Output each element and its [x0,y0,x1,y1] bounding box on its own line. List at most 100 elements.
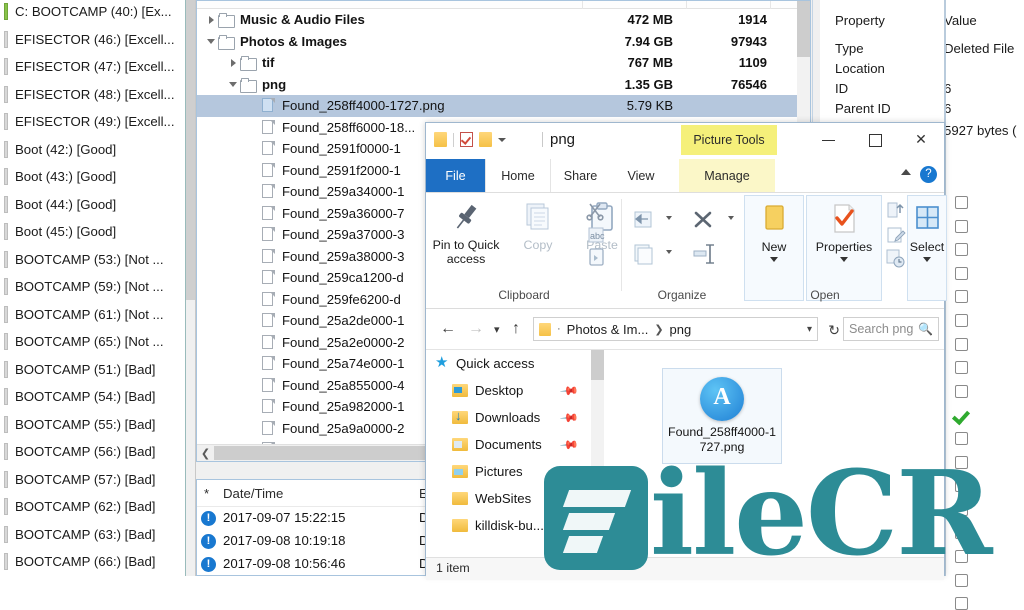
partition-list-item[interactable]: EFISECTOR (49:) [Excell... [0,108,185,136]
pin-icon[interactable]: 📌 [559,408,579,428]
pin-icon[interactable]: 📌 [559,516,579,536]
column-header-count[interactable]: Count [727,1,760,4]
file-tree-row[interactable]: Found_258ff4000-1727.png 5.79 KB [197,95,810,117]
paste-shortcut-icon[interactable] [585,247,611,271]
scrollbar-thumb[interactable] [797,1,810,57]
maximize-button[interactable] [852,123,898,155]
partition-list-item[interactable]: Boot (42:) [Good] [0,136,185,164]
checkbox-unchecked[interactable] [955,337,968,351]
checkbox-unchecked[interactable] [955,361,968,375]
partition-list-item[interactable]: BOOTCAMP (66:) [Bad] [0,548,185,576]
tab-view[interactable]: View [612,159,670,192]
nav-item-documents[interactable]: Documents 📌 [426,431,591,458]
expand-right-icon[interactable] [205,13,218,26]
partition-list-item[interactable]: BOOTCAMP (54:) [Bad] [0,383,185,411]
column-header-size[interactable]: Size [627,1,651,4]
tab-home[interactable]: Home [485,159,551,192]
partition-list-item[interactable]: Boot (45:) [Good] [0,218,185,246]
folder-icon[interactable] [434,132,447,147]
partition-list-item[interactable]: BOOTCAMP (53:) [Not ... [0,246,185,274]
minimize-button[interactable] [806,123,852,155]
search-input[interactable]: Search png 🔍 [843,317,939,341]
checkbox-unchecked[interactable] [955,479,968,493]
breadcrumb-segment-parent[interactable]: Photos & Im... [567,322,649,337]
partition-list-item[interactable]: BOOTCAMP (51:) [Bad] [0,356,185,384]
expand-right-icon[interactable] [227,56,240,69]
forward-arrow-icon[interactable]: → [468,320,484,338]
partition-list-item[interactable]: BOOTCAMP (59:) [Not ... [0,273,185,301]
partition-list-item[interactable]: EFISECTOR (47:) [Excell... [0,53,185,81]
file-tree-row[interactable]: tif 767 MB 1109 [197,52,810,74]
help-icon[interactable]: ? [920,166,937,183]
pin-icon[interactable]: 📌 [559,489,579,509]
collapse-ribbon-icon[interactable] [901,169,911,175]
partition-list-item[interactable]: Boot (43:) [Good] [0,163,185,191]
partition-list-item[interactable]: BOOTCAMP (62:) [Bad] [0,493,185,521]
partition-list-scrollbar[interactable] [186,0,196,576]
copy-to-icon[interactable] [632,241,676,269]
file-tile[interactable]: Found_258ff4000-1727.png [662,368,782,464]
expand-down-icon[interactable] [205,35,218,48]
nav-item-pictures[interactable]: Pictures [426,458,591,485]
pin-icon[interactable]: 📌 [559,381,579,401]
copy-button[interactable]: Copy [502,199,574,252]
checkbox-unchecked[interactable] [955,384,968,398]
chevron-down-icon[interactable] [840,257,848,262]
move-to-icon[interactable] [632,207,676,235]
nav-item-killdisk-bu[interactable]: killdisk-bu... 📌 [426,512,591,539]
rename-icon[interactable] [690,241,736,269]
checkbox-unchecked[interactable] [955,455,968,469]
chevron-down-icon[interactable] [770,257,778,262]
delete-icon[interactable] [690,207,736,235]
file-tree-row[interactable]: Photos & Images 7.94 GB 97943 [197,31,810,53]
partition-list-item[interactable]: Boot (44:) [Good] [0,191,185,219]
cut-icon[interactable] [585,201,611,225]
checkbox-unchecked[interactable] [955,550,968,563]
file-tree-row[interactable]: Music & Audio Files 472 MB 1914 [197,9,810,31]
checkbox-unchecked[interactable] [955,502,968,516]
checkbox-unchecked[interactable] [955,597,968,610]
new-folder-button[interactable]: New [738,201,810,262]
partition-list-item[interactable]: EFISECTOR (46:) [Excell... [0,26,185,54]
recent-caret-icon[interactable]: ▾ [494,323,500,336]
magnifier-icon[interactable]: 🔍 [918,322,933,336]
customize-caret-icon[interactable] [498,137,506,142]
new-folder-icon[interactable] [479,132,492,147]
partition-list-item[interactable]: BOOTCAMP (56:) [Bad] [0,438,185,466]
checkbox-unchecked[interactable] [955,526,968,540]
nav-item-downloads[interactable]: Downloads 📌 [426,404,591,431]
navigation-pane-scrollbar[interactable] [591,350,604,557]
properties-check-icon[interactable] [460,132,473,147]
log-column-datetime[interactable]: Date/Time [223,486,283,501]
scroll-left-icon[interactable]: ❮ [197,445,214,461]
partition-list-item[interactable]: BOOTCAMP (63:) [Bad] [0,521,185,549]
scrollbar-thumb[interactable] [186,0,195,300]
scrollbar-thumb[interactable] [591,350,604,380]
pin-to-quick-access-button[interactable]: Pin to Quick access [430,199,502,266]
up-arrow-icon[interactable]: ↑ [512,320,520,338]
explorer-title-bar[interactable]: png Picture Tools ✕ [426,123,944,159]
pin-icon[interactable]: 📌 [559,435,579,455]
chevron-down-icon[interactable] [923,257,931,262]
nav-item-websites[interactable]: WebSites 📌 [426,485,591,512]
partition-list-item[interactable]: BOOTCAMP (65:) [Not ... [0,328,185,356]
expand-down-icon[interactable] [227,78,240,91]
tab-manage[interactable]: Manage [679,159,775,192]
partition-list-item[interactable]: BOOTCAMP (55:) [Bad] [0,411,185,439]
back-arrow-icon[interactable]: ← [440,320,456,338]
nav-item-quick-access[interactable]: Quick access [426,350,591,377]
checkbox-unchecked[interactable] [955,290,968,304]
select-button[interactable]: Select [891,201,963,262]
breadcrumb-segment-current[interactable]: png [670,322,692,337]
checkbox-unchecked[interactable] [955,266,968,280]
checkbox-unchecked[interactable] [955,432,968,445]
partition-list-item[interactable]: BOOTCAMP (61:) [Not ... [0,301,185,329]
partition-list-item[interactable]: BOOTCAMP (57:) [Bad] [0,466,185,494]
tab-file[interactable]: File [426,159,485,192]
checkbox-checked[interactable] [955,408,968,421]
close-button[interactable]: ✕ [898,123,944,155]
column-header-name[interactable]: Name [205,1,238,4]
breadcrumb[interactable]: · Photos & Im... ❯ png ▾ [533,317,818,341]
partition-list-item[interactable]: C: BOOTCAMP (40:) [Ex... [0,0,185,26]
checkbox-unchecked[interactable] [955,314,968,327]
